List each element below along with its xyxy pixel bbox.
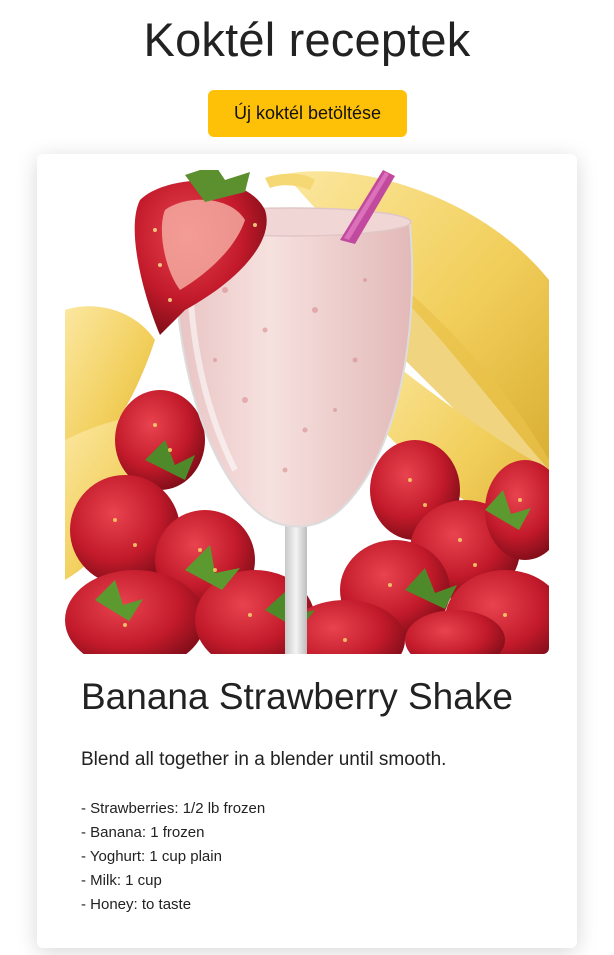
ingredient-item: - Milk: 1 cup	[81, 872, 162, 889]
page: Koktél receptek Új koktél betöltése Bana…	[0, 0, 614, 955]
cocktail-image	[65, 170, 549, 654]
ingredient-list: - Strawberries: 1/2 lb frozen - Banana: …	[81, 797, 265, 917]
ingredient-item: - Yoghurt: 1 cup plain	[81, 848, 222, 865]
cocktail-card: Banana Strawberry Shake Blend all togeth…	[37, 154, 577, 948]
page-title: Koktél receptek	[143, 13, 471, 66]
ingredient-item: - Banana: 1 frozen	[81, 824, 205, 841]
load-cocktail-button[interactable]: Új koktél betöltése	[208, 90, 407, 137]
ingredient-item: - Strawberries: 1/2 lb frozen	[81, 800, 266, 817]
cocktail-instructions: Blend all together in a blender until sm…	[81, 749, 447, 770]
cocktail-name: Banana Strawberry Shake	[81, 676, 513, 717]
ingredient-item: - Honey: to taste	[81, 896, 192, 913]
